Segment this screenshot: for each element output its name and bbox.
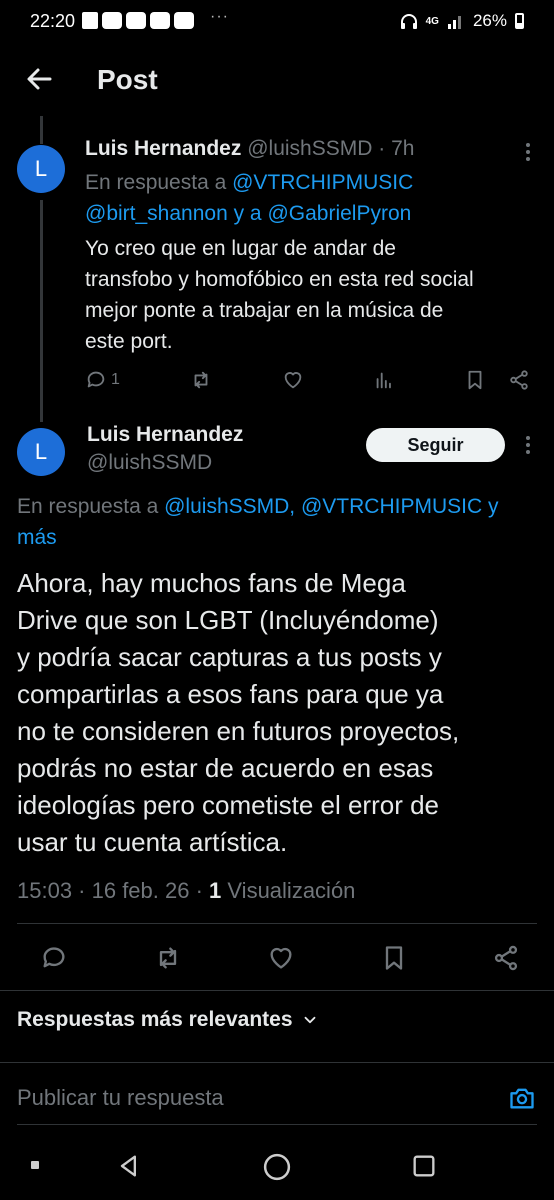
camera-icon xyxy=(510,1088,534,1109)
notification-icons xyxy=(82,12,194,29)
text-line: ideologías pero cometiste el error de xyxy=(17,790,440,820)
text-line: Yo creo que en lugar de andar de xyxy=(85,237,396,260)
reply-count: 1 xyxy=(111,371,120,388)
divider xyxy=(0,1062,554,1063)
page-title: Post xyxy=(97,64,158,95)
menu-dot-icon[interactable] xyxy=(31,1161,39,1169)
mention-link[interactable]: @VTRCHIPMUSIC xyxy=(232,171,413,194)
text-line: podrás no estar de acuerdo en esas xyxy=(17,753,434,783)
thread-line xyxy=(40,200,43,422)
main-tweet-actions xyxy=(40,940,520,976)
more-options-button[interactable] xyxy=(516,433,540,457)
reply-input[interactable]: Publicar tu respuesta xyxy=(17,1085,224,1111)
system-nav-bar xyxy=(0,1130,554,1200)
camera-button[interactable] xyxy=(508,1084,536,1117)
recents-nav-icon[interactable] xyxy=(410,1152,438,1180)
and-text: y a xyxy=(233,202,262,225)
comment-icon[interactable] xyxy=(40,944,68,972)
back-nav-icon[interactable] xyxy=(115,1152,143,1180)
views-button[interactable] xyxy=(373,369,395,391)
avatar[interactable]: L xyxy=(17,145,65,193)
thread-line-top xyxy=(40,116,43,144)
avatar[interactable]: L xyxy=(17,428,65,476)
separator: · xyxy=(378,137,386,160)
like-button[interactable] xyxy=(282,369,304,391)
text-line: mejor ponte a trabajar en la música de xyxy=(85,299,444,322)
tweet-meta: 15:03 · 16 feb. 26 · 1 Visualización xyxy=(17,878,355,904)
views-count: 1 xyxy=(209,878,222,903)
chevron-down-icon xyxy=(304,1016,315,1024)
reply-tweet-header: Luis Hernandez @luishSSMD · 7h xyxy=(85,137,414,161)
comment-icon xyxy=(87,371,105,388)
repost-icon[interactable] xyxy=(153,944,183,972)
in-reply-label: En respuesta a xyxy=(17,495,159,518)
bookmark-icon[interactable] xyxy=(380,944,408,972)
views-label: Visualización xyxy=(227,878,356,903)
back-button[interactable] xyxy=(22,62,56,96)
text-line: transfobo y homofóbico en esta red socia… xyxy=(85,268,474,291)
author-handle[interactable]: @luishSSMD xyxy=(247,137,372,160)
follow-button[interactable]: Seguir xyxy=(366,428,505,462)
share-icon[interactable] xyxy=(508,369,530,391)
author-name[interactable]: Luis Hernandez xyxy=(87,423,243,447)
arrow-left-icon xyxy=(27,68,52,90)
author-handle[interactable]: @luishSSMD xyxy=(87,451,212,475)
bookmark-icon[interactable] xyxy=(464,369,486,391)
heart-icon[interactable] xyxy=(267,944,295,972)
mentions-link[interactable]: @luishSSMD, @VTRCHIPMUSIC y xyxy=(164,495,498,518)
status-right: 4G 26% xyxy=(400,11,524,31)
home-nav-icon[interactable] xyxy=(262,1152,292,1182)
divider xyxy=(17,1124,537,1125)
mention-link[interactable]: @birt_shannon xyxy=(85,202,228,225)
text-line: Ahora, hay muchos fans de Mega xyxy=(17,568,406,598)
reply-tweet-text: Yo creo que en lugar de andar de transfo… xyxy=(85,233,525,357)
status-time: 22:20 xyxy=(30,11,76,31)
timestamp[interactable]: 15:03 · 16 feb. 26 · xyxy=(17,878,203,903)
reply-context: En respuesta a @VTRCHIPMUSIC @birt_shann… xyxy=(85,167,515,229)
text-line: compartirlas a esos fans para que ya xyxy=(17,679,444,709)
signal-icon xyxy=(447,16,461,29)
youtube-icon xyxy=(126,12,146,29)
replies-sort-dropdown[interactable]: Respuestas más relevantes xyxy=(17,1008,319,1032)
more-notifications-indicator: ··· xyxy=(210,8,229,25)
main-tweet-text: Ahora, hay muchos fans de Mega Drive que… xyxy=(17,565,547,861)
divider xyxy=(17,923,537,924)
repost-button[interactable] xyxy=(189,369,213,391)
text-line: Drive que son LGBT (Incluyéndome) xyxy=(17,605,439,635)
more-mentions-link[interactable]: más xyxy=(17,522,554,553)
youtube-icon xyxy=(174,12,194,29)
text-line: usar tu cuenta artística. xyxy=(17,827,288,857)
share-icon[interactable] xyxy=(492,944,520,972)
reply-button[interactable]: 1 xyxy=(85,369,120,391)
bookmark-share-group xyxy=(464,369,530,391)
time-ago: 7h xyxy=(391,137,415,160)
analytics-icon xyxy=(376,372,391,389)
divider xyxy=(0,990,554,991)
network-type: 4G xyxy=(425,15,439,27)
heart-icon xyxy=(284,372,302,389)
in-reply-label: En respuesta a xyxy=(85,171,227,194)
youtube-icon xyxy=(150,12,170,29)
reply-tweet-actions: 1 xyxy=(85,366,530,394)
facebook-icon xyxy=(82,12,98,29)
headphones-icon xyxy=(400,14,417,29)
text-line: este port. xyxy=(85,330,173,353)
mention-link[interactable]: @GabrielPyron xyxy=(267,202,411,225)
author-name[interactable]: Luis Hernandez xyxy=(85,137,241,160)
youtube-icon xyxy=(102,12,122,29)
battery-icon xyxy=(515,13,524,29)
battery-percent: 26% xyxy=(472,11,507,30)
text-line: no te consideren en futuros proyectos, xyxy=(17,716,460,746)
status-bar: 22:20 ··· 4G 26% xyxy=(0,0,554,44)
reply-context: En respuesta a @luishSSMD, @VTRCHIPMUSIC… xyxy=(17,491,554,553)
sort-label: Respuestas más relevantes xyxy=(17,1008,293,1031)
repost-icon xyxy=(194,371,208,389)
text-line: y podría sacar capturas a tus posts y xyxy=(17,642,442,672)
more-options-button[interactable] xyxy=(516,140,540,164)
